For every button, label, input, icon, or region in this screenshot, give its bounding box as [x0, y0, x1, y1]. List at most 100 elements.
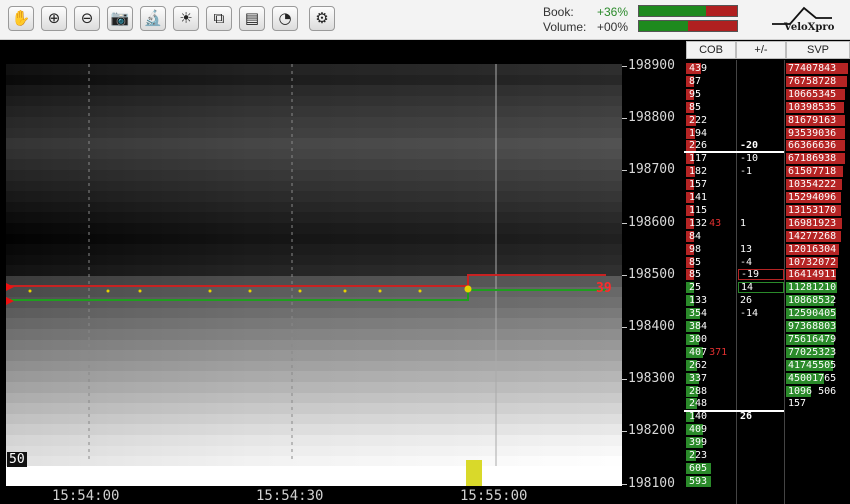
brightness-icon[interactable]: ☀ [173, 6, 199, 31]
svp-cell[interactable]: 10868532 [786, 295, 848, 306]
delta-cell[interactable] [738, 347, 784, 358]
cob-cell[interactable]: 84 [686, 231, 736, 242]
delta-cell[interactable]: -19 [738, 269, 784, 281]
cob-cell[interactable]: 384 [686, 321, 736, 332]
svp-cell[interactable]: 76758728 [786, 76, 848, 87]
cob-cell[interactable]: 605 [686, 463, 736, 474]
cob-cell[interactable]: 133 [686, 295, 736, 306]
svp-cell[interactable] [786, 424, 848, 435]
delta-cell[interactable]: -14 [738, 308, 784, 319]
svp-cell[interactable] [786, 463, 848, 474]
cob-cell[interactable]: 354 [686, 308, 736, 319]
delta-cell[interactable] [738, 450, 784, 461]
svp-cell[interactable]: 16414911 [786, 269, 848, 280]
svp-cell[interactable]: 11281210 [786, 282, 848, 293]
copy-icon[interactable]: ⧉ [206, 6, 232, 31]
svp-cell[interactable]: 61507718 [786, 166, 848, 177]
svp-cell[interactable]: 77407843 [786, 63, 848, 74]
hand-pan-icon[interactable]: ✋ [8, 6, 34, 31]
microscope-icon[interactable]: 🔬 [140, 6, 166, 31]
delta-cell[interactable] [738, 424, 784, 435]
cob-cell[interactable]: 593 [686, 476, 736, 487]
pie-chart-icon[interactable]: ◔ [272, 6, 298, 31]
svp-cell[interactable]: 67186938 [786, 153, 848, 164]
delta-cell[interactable] [738, 386, 784, 397]
cob-cell[interactable]: 409 [686, 424, 736, 435]
cob-cell[interactable]: 115 [686, 205, 736, 216]
delta-cell[interactable] [738, 437, 784, 448]
delta-cell[interactable]: 13 [738, 244, 784, 255]
svp-column-header[interactable]: SVP [786, 41, 850, 59]
svp-cell[interactable]: 66366636 [786, 140, 848, 151]
cob-cell[interactable]: 87 [686, 76, 736, 87]
cob-cell[interactable]: 223 [686, 450, 736, 461]
svp-cell[interactable]: 10665345 [786, 89, 848, 100]
delta-cell[interactable]: -10 [738, 153, 784, 164]
svp-cell[interactable]: 10354222 [786, 179, 848, 190]
comment-icon[interactable]: ▤ [239, 6, 265, 31]
delta-cell[interactable] [738, 76, 784, 87]
cob-cell[interactable]: 337 [686, 373, 736, 384]
delta-cell[interactable] [738, 192, 784, 203]
cob-cell[interactable]: 288 [686, 386, 736, 397]
svp-cell[interactable]: 13153170 [786, 205, 848, 216]
delta-cell[interactable] [738, 179, 784, 190]
zoom-in-icon[interactable]: ⊕ [41, 6, 67, 31]
cob-cell[interactable]: 95 [686, 89, 736, 100]
svp-cell[interactable]: 81679163 [786, 115, 848, 126]
cob-cell[interactable]: 117 [686, 153, 736, 164]
delta-cell[interactable] [738, 63, 784, 74]
svp-cell[interactable]: 10732072 [786, 257, 848, 268]
cob-cell[interactable]: 25 [686, 282, 736, 293]
svp-cell[interactable]: 16981923 [786, 218, 848, 229]
cob-cell[interactable]: 140 [686, 411, 736, 422]
delta-cell[interactable]: -4 [738, 257, 784, 268]
delta-cell[interactable] [738, 231, 784, 242]
svp-cell[interactable]: 75616479 [786, 334, 848, 345]
cob-cell[interactable]: 157 [686, 179, 736, 190]
svp-cell[interactable]: 12016304 [786, 244, 848, 255]
delta-cell[interactable] [738, 321, 784, 332]
delta-cell[interactable] [738, 463, 784, 474]
zoom-out-icon[interactable]: ⊖ [74, 6, 100, 31]
delta-cell[interactable]: 14 [738, 282, 784, 294]
cob-cell[interactable]: 262 [686, 360, 736, 371]
svp-cell[interactable]: 12590405 [786, 308, 848, 319]
svp-cell[interactable]: 45001765 [786, 373, 848, 384]
delta-cell[interactable]: 26 [738, 411, 784, 422]
cob-cell[interactable]: 226 [686, 140, 736, 151]
svp-cell[interactable]: 14277268 [786, 231, 848, 242]
cob-cell[interactable]: 132 43 [686, 218, 736, 229]
cob-cell[interactable]: 98 [686, 244, 736, 255]
delta-cell[interactable]: 26 [738, 295, 784, 306]
svp-cell[interactable] [786, 450, 848, 461]
cob-cell[interactable]: 85 [686, 257, 736, 268]
delta-column-header[interactable]: +/- [736, 41, 786, 59]
svp-cell[interactable] [786, 476, 848, 487]
delta-cell[interactable] [738, 334, 784, 345]
cob-cell[interactable]: 439 [686, 63, 736, 74]
svp-cell[interactable]: 93539036 [786, 128, 848, 139]
delta-cell[interactable] [738, 115, 784, 126]
delta-cell[interactable] [738, 89, 784, 100]
svp-cell[interactable]: 15294096 [786, 192, 848, 203]
svp-cell[interactable]: 10398535 [786, 102, 848, 113]
cob-cell[interactable]: 141 [686, 192, 736, 203]
cob-cell[interactable]: 407 371 [686, 347, 736, 358]
cob-cell[interactable]: 182 [686, 166, 736, 177]
svp-cell[interactable]: 97368803 [786, 321, 848, 332]
delta-cell[interactable] [738, 360, 784, 371]
svp-cell[interactable]: 1096 506 [786, 386, 848, 397]
delta-cell[interactable]: -1 [738, 166, 784, 177]
cob-cell[interactable]: 85 [686, 102, 736, 113]
delta-cell[interactable] [738, 205, 784, 216]
svp-cell[interactable] [786, 437, 848, 448]
delta-cell[interactable] [738, 128, 784, 139]
delta-cell[interactable] [738, 102, 784, 113]
delta-cell[interactable] [738, 398, 784, 409]
delta-cell[interactable]: 1 [738, 218, 784, 229]
svp-cell[interactable]: 157 [786, 398, 848, 409]
svp-cell[interactable]: 77025323 [786, 347, 848, 358]
camera-icon[interactable]: 📷 [107, 6, 133, 31]
cob-cell[interactable]: 222 [686, 115, 736, 126]
